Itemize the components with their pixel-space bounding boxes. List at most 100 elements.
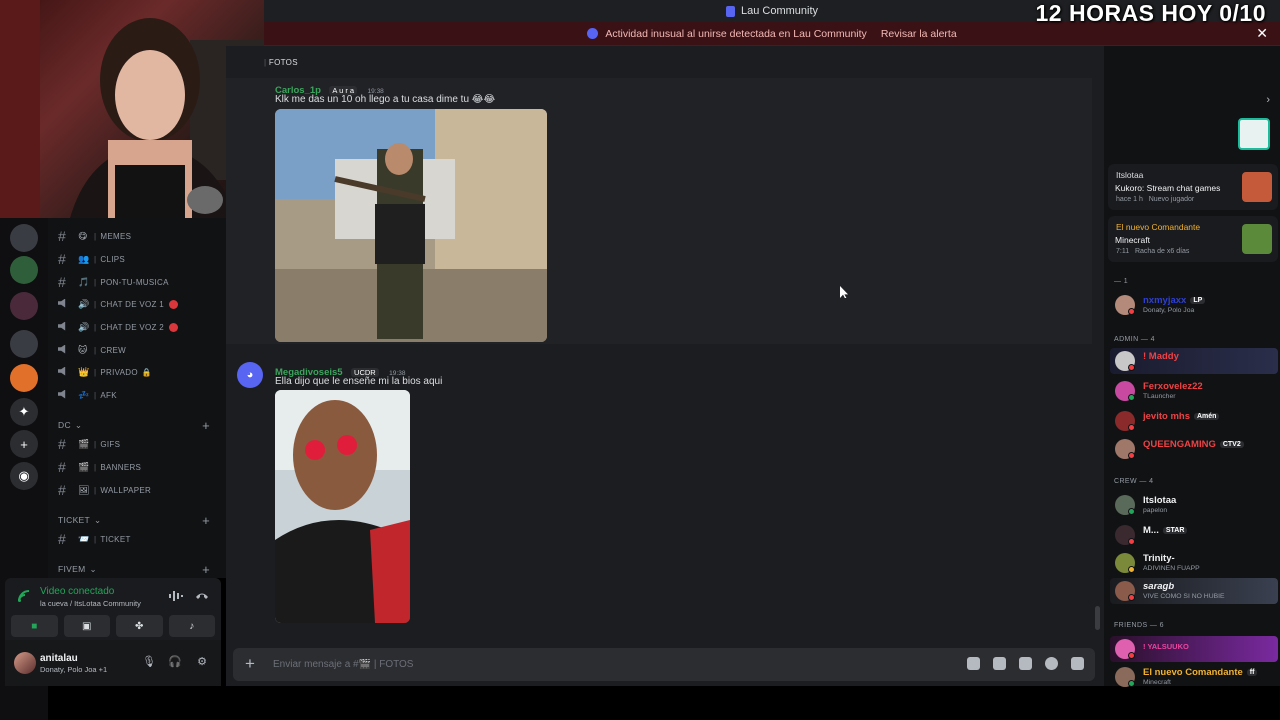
camera-button[interactable]: ■	[11, 615, 58, 637]
channel-emoji: 🎵	[78, 276, 90, 287]
member-item[interactable]: jevito mhs Amén	[1110, 408, 1278, 434]
member-name: QUEENGAMING	[1143, 439, 1216, 450]
member-group-label: FRIENDS — 6	[1114, 622, 1164, 629]
speaker-icon	[58, 344, 78, 356]
activity-card[interactable]: El nuevo Comandante Minecraft 7:11 Racha…	[1108, 216, 1278, 262]
channel-ticket[interactable]: # 📨 | TICKET	[58, 529, 218, 549]
signal-icon[interactable]	[17, 589, 31, 603]
member-activity: Minecraft	[1143, 679, 1171, 686]
add-channel-icon[interactable]: +	[202, 562, 210, 577]
member-activity: TLauncher	[1143, 393, 1176, 400]
member-item[interactable]: ! Maddy	[1110, 348, 1278, 374]
message-input[interactable]	[273, 654, 873, 674]
avatar[interactable]	[14, 652, 36, 674]
live-dot-icon	[169, 299, 179, 309]
emoji-icon[interactable]	[1045, 657, 1058, 670]
user-name[interactable]: anitalau	[40, 653, 78, 664]
sticker-icon[interactable]	[1019, 657, 1032, 670]
discover-icon[interactable]: ✦	[10, 398, 38, 426]
channel-header-name: FOTOS	[268, 58, 298, 67]
gif-icon[interactable]	[993, 657, 1006, 670]
disconnect-icon[interactable]	[195, 590, 209, 600]
channel-emoji: 🔊	[78, 321, 90, 332]
voice-buttons: ■ ▣ ✤ ♪	[5, 612, 221, 640]
close-icon[interactable]: ✕	[1256, 25, 1268, 42]
member-item[interactable]: nxmyjaxx LP Donaty, Polo Joa	[1110, 292, 1278, 318]
noise-suppression-icon[interactable]	[169, 590, 183, 602]
minecraft-icon	[1242, 224, 1272, 254]
scrollbar[interactable]	[1095, 606, 1100, 630]
category-ticket[interactable]: TICKET ⌄ +	[58, 513, 218, 528]
status-indicator	[1128, 308, 1135, 315]
member-item[interactable]: Ferxovelez22 TLauncher	[1110, 378, 1278, 404]
status-indicator	[1128, 394, 1135, 401]
member-item[interactable]: Trinity- ADIVINEN FUAPP	[1110, 550, 1278, 576]
apps-icon[interactable]	[1071, 657, 1084, 670]
channel-afk[interactable]: 💤 | AFK	[58, 385, 218, 405]
channel-banners[interactable]: # 🎬 | BANNERS	[58, 457, 218, 477]
speaker-icon	[58, 389, 78, 401]
channel-memes[interactable]: # 😋 | MEMES	[58, 226, 218, 246]
headphones-icon[interactable]: 🎧	[168, 655, 182, 669]
activity-time: hace 1 h	[1116, 196, 1143, 203]
member-group-label: CREW — 4	[1114, 478, 1154, 485]
channel-chat-de-voz-1[interactable]: 🔊 | CHAT DE VOZ 1	[58, 294, 218, 314]
activity-game: Kukoro: Stream chat games	[1115, 183, 1221, 193]
member-item[interactable]: El nuevo Comandante ff Minecraft	[1110, 664, 1278, 690]
channel-pon-tu-musica[interactable]: # 🎵 | PON-TU-MUSICA	[58, 272, 218, 292]
server-folder-1[interactable]	[10, 256, 38, 284]
message-text: Klk me das un 10 oh llego a tu casa dime…	[275, 94, 496, 105]
add-channel-icon[interactable]: +	[202, 513, 210, 528]
voice-channel[interactable]: la cueva / ItsLotaa Community	[40, 599, 141, 608]
add-channel-icon[interactable]: +	[202, 418, 210, 433]
image-attachment[interactable]	[275, 390, 410, 623]
category-dc[interactable]: DC ⌄ +	[58, 418, 218, 433]
gear-icon[interactable]: ⚙	[195, 655, 209, 669]
category-fivem[interactable]: FIVEM ⌄ +	[58, 562, 218, 577]
add-server-icon[interactable]: +	[10, 430, 38, 458]
channel-name: CLIPS	[100, 254, 126, 264]
channel-gifs[interactable]: # 🎬 | GIFS	[58, 434, 218, 454]
member-item[interactable]: saragb VIVE COMO SI NO HUBIE	[1110, 578, 1278, 604]
activity-note: Nuevo jugador	[1148, 196, 1195, 203]
member-item[interactable]: Itslotaa papelon	[1110, 492, 1278, 518]
member-name: El nuevo Comandante	[1143, 667, 1243, 678]
server-icon-1[interactable]	[10, 224, 38, 252]
member-item[interactable]: QUEENGAMING CTV2	[1110, 436, 1278, 462]
activities-button[interactable]: ✤	[116, 615, 163, 637]
soundboard-button[interactable]: ♪	[168, 615, 215, 637]
channel-clips[interactable]: # 👥 | CLIPS	[58, 249, 218, 269]
alert-review-link[interactable]: Revisar la alerta	[881, 28, 957, 40]
channel-wallpaper[interactable]: # 🖼 | WALLPAPER	[58, 480, 218, 500]
channel-privado[interactable]: 👑 | PRIVADO 🔒	[58, 362, 218, 382]
channel-name: BANNERS	[100, 462, 142, 472]
member-item[interactable]: M... STAR	[1110, 522, 1278, 548]
add-attachment-icon[interactable]: +	[245, 654, 255, 674]
member-item[interactable]: ! YALSUUKO	[1110, 636, 1278, 662]
status-indicator	[1128, 566, 1135, 573]
voice-status[interactable]: Video conectado	[40, 586, 114, 597]
channel-chat-de-voz-2[interactable]: 🔊 | CHAT DE VOZ 2	[58, 317, 218, 337]
image-attachment[interactable]	[275, 109, 547, 342]
server-folder-2[interactable]	[10, 292, 38, 320]
status-indicator	[1128, 538, 1135, 545]
author-avatar[interactable]: ◕	[237, 362, 263, 388]
channel-name: WALLPAPER	[100, 485, 152, 495]
speaker-icon	[58, 298, 78, 310]
server-icon-2[interactable]	[10, 364, 38, 392]
explore-icon[interactable]: ◉	[10, 462, 38, 490]
activity-card[interactable]: Itslotaa Kukoro: Stream chat games hace …	[1108, 164, 1278, 210]
speaker-icon	[58, 321, 78, 333]
server-folder-3[interactable]	[10, 330, 38, 358]
channel-crew[interactable]: 🐱 | CREW	[58, 340, 218, 360]
alert-text: Actividad inusual al unirse detectada en…	[605, 27, 867, 40]
screen-share-button[interactable]: ▣	[63, 615, 110, 637]
gift-icon[interactable]	[967, 657, 980, 670]
microphone-icon[interactable]: 🎙	[142, 655, 156, 669]
text-channel-icon: #	[58, 459, 67, 475]
game-thumb	[1242, 172, 1272, 202]
activity-user: Itslotaa	[1116, 170, 1144, 180]
text-channel-icon: #	[58, 251, 67, 267]
chevron-right-icon[interactable]: ›	[1266, 94, 1270, 106]
streamer-webcam	[0, 0, 264, 218]
